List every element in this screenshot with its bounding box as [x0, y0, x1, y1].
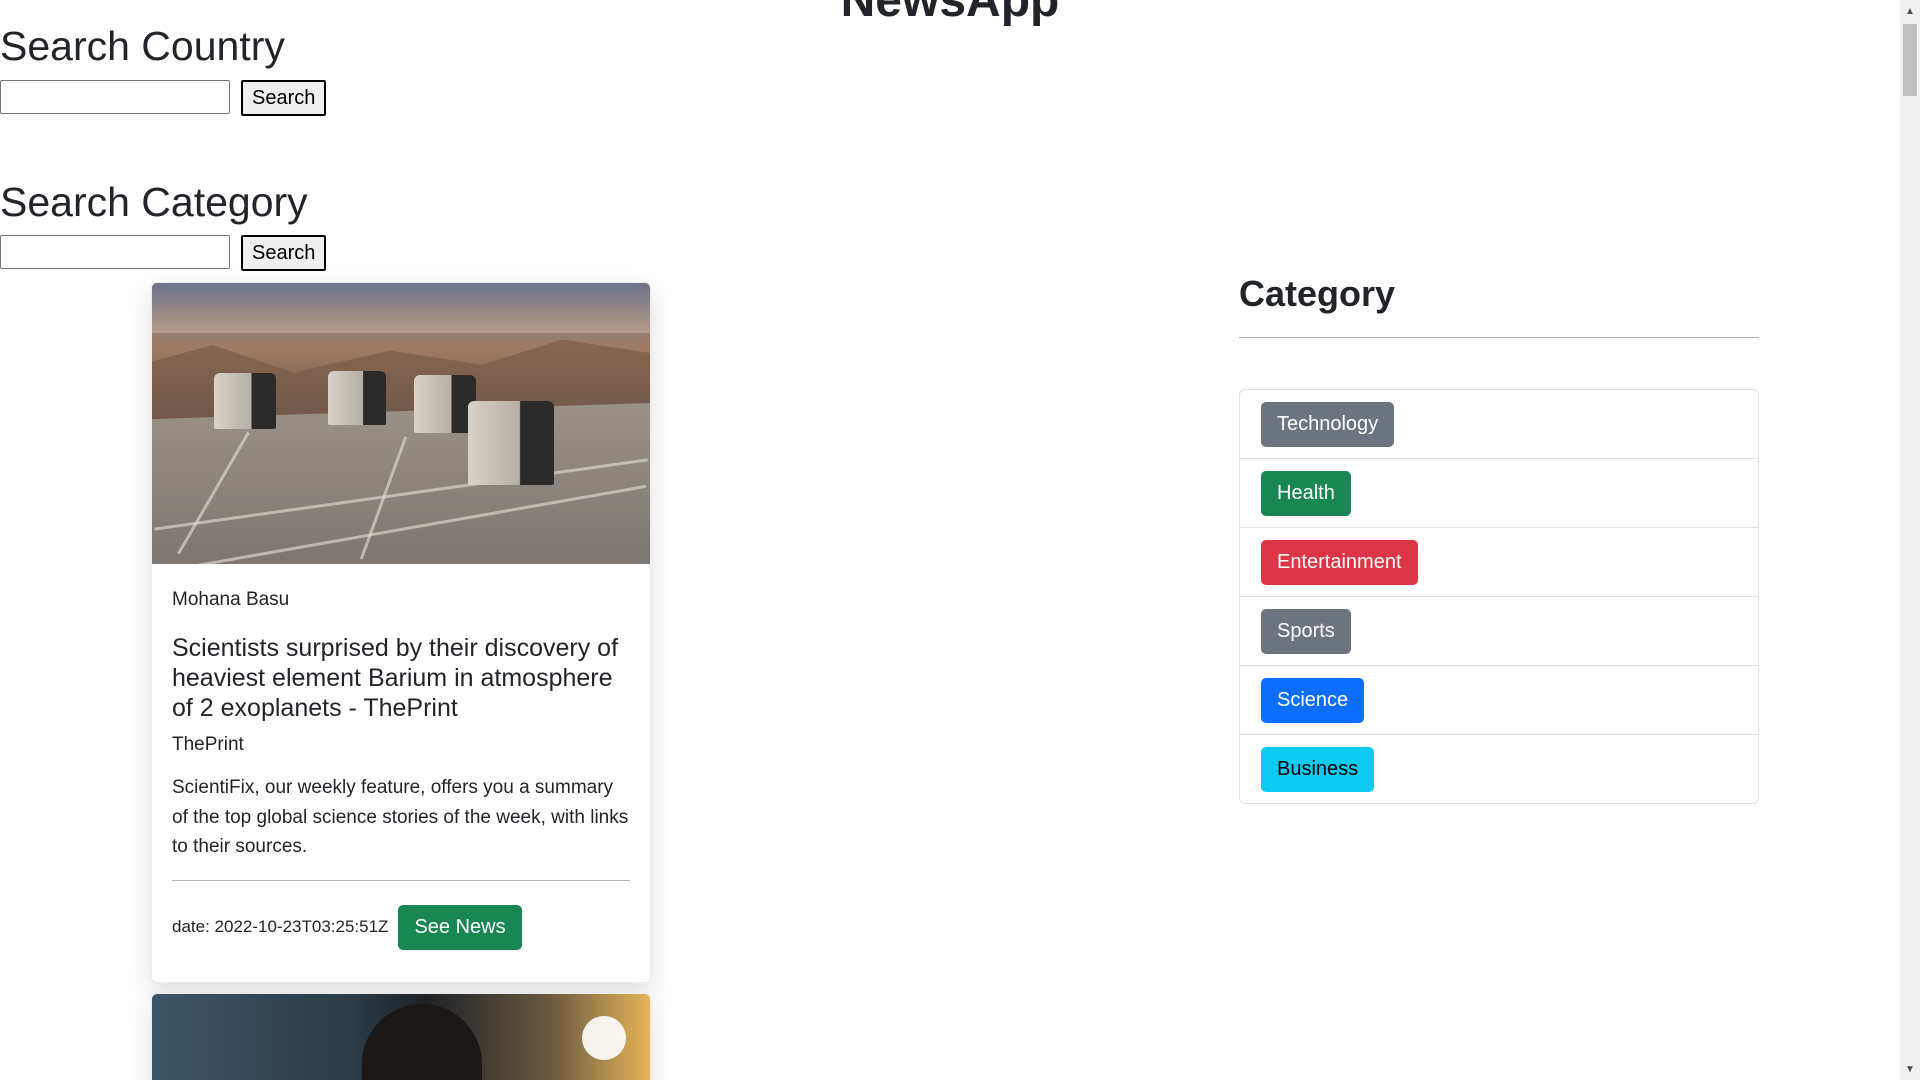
category-science-button[interactable]: Science [1261, 677, 1365, 723]
triangle-down-icon[interactable]: ▼ [1900, 1060, 1920, 1078]
country-search-button[interactable]: Search [241, 80, 327, 116]
news-source: ThePrint [172, 733, 244, 755]
news-author: Mohana Basu [172, 589, 290, 610]
category-title: Category [1239, 273, 1396, 314]
see-news-button[interactable]: See News [398, 904, 522, 950]
page: NewsApp Search Country Search Search Cat… [0, 0, 1920, 1080]
news-card: Mohana Basu Scientists surprised by thei… [151, 282, 651, 983]
category-sports-button[interactable]: Sports [1261, 608, 1351, 654]
category-entertainment-button[interactable]: Entertainment [1261, 539, 1418, 585]
category-search-input[interactable] [0, 235, 230, 269]
category-list-item: Technology [1240, 390, 1758, 460]
vertical-scrollbar[interactable]: ▲ ▼ [1900, 0, 1920, 1080]
category-list-item: Sports [1240, 597, 1758, 667]
news-date: date: 2022-10-23T03:25:51Z [172, 917, 389, 937]
category-divider [1239, 337, 1759, 339]
category-panel: Category Technology Health Entertainment… [1239, 272, 1759, 805]
news-card-image [152, 283, 650, 564]
scrollbar-thumb[interactable] [1903, 24, 1917, 96]
triangle-up-icon[interactable]: ▲ [1900, 2, 1920, 20]
category-health-button[interactable]: Health [1261, 470, 1351, 516]
category-search-button[interactable]: Search [241, 235, 327, 271]
news-card [151, 993, 651, 1080]
country-search-input[interactable] [0, 80, 230, 114]
category-list-item: Business [1240, 735, 1758, 803]
category-list: Technology Health Entertainment Sports S… [1239, 389, 1759, 805]
category-business-button[interactable]: Business [1261, 746, 1375, 792]
news-description: ScientiFix, our weekly feature, offers y… [172, 777, 629, 858]
search-country-heading: Search Country [0, 23, 285, 69]
app-title: NewsApp [840, 0, 1060, 27]
category-list-item: Science [1240, 666, 1758, 736]
category-technology-button[interactable]: Technology [1261, 401, 1395, 447]
search-category-heading: Search Category [0, 179, 308, 225]
news-title: Scientists surprised by their discovery … [172, 633, 619, 722]
category-list-item: Entertainment [1240, 528, 1758, 598]
category-list-item: Health [1240, 459, 1758, 529]
news-card-image [152, 994, 650, 1080]
